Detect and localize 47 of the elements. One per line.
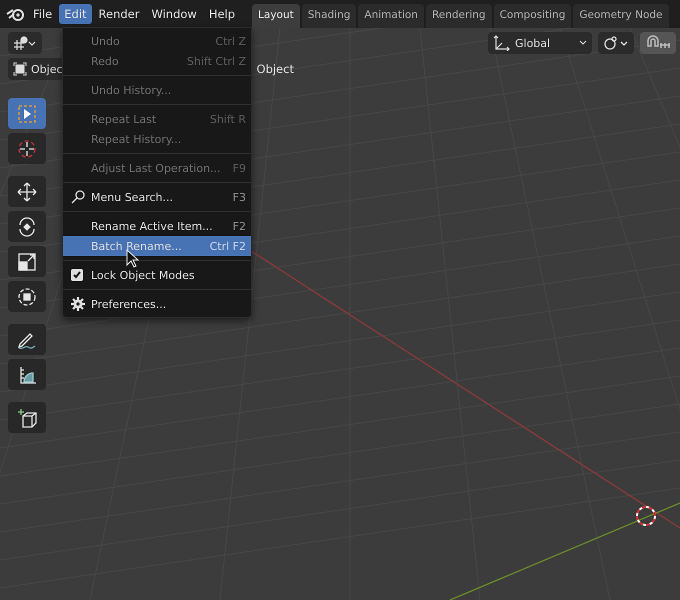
menu-entry[interactable]: Menu Search... F3 [63, 187, 251, 207]
transform-icon [16, 286, 38, 308]
scale-icon [16, 250, 38, 272]
menu-entry[interactable]: Batch Rename... Ctrl F2 [63, 236, 251, 256]
tool-button[interactable] [8, 359, 46, 390]
move-arrows-icon [16, 180, 38, 202]
menu-item[interactable]: Edit [59, 4, 92, 24]
menu-entry[interactable]: Preferences... [63, 294, 251, 314]
magnet-icon [645, 35, 671, 51]
caret-icon [579, 40, 587, 46]
tool-button[interactable] [8, 246, 46, 277]
square-icon [13, 62, 27, 76]
viewport-editor-icon [13, 36, 37, 50]
workspace-tab[interactable]: Layout [252, 4, 300, 28]
menu-item[interactable]: File [28, 4, 58, 24]
axes-icon [493, 35, 511, 51]
menu-item[interactable]: Help [204, 4, 240, 24]
workspace-tab[interactable]: Animation [358, 4, 424, 28]
checkmark-icon [72, 270, 82, 280]
add-cube-icon [16, 406, 38, 428]
select-box-icon [16, 102, 38, 124]
workspace-tab[interactable]: Shading [302, 4, 356, 28]
crosshair-icon [16, 138, 38, 160]
tool-button[interactable] [8, 324, 46, 355]
checkbox[interactable] [71, 269, 83, 281]
pivot-dropdown[interactable] [598, 32, 634, 54]
tool-button[interactable] [8, 211, 46, 242]
mouse-pointer-icon [126, 249, 140, 269]
workspace-tab[interactable]: Rendering [426, 4, 492, 28]
workspace-tab[interactable]: Geometry Node [573, 4, 668, 28]
app-logo-icon [6, 6, 26, 22]
object-menu[interactable]: Object [252, 59, 299, 79]
pivot-icon [603, 35, 629, 51]
3d-cursor-icon [636, 506, 656, 526]
menu-entry[interactable]: Rename Active Item... F2 [63, 216, 251, 236]
editor-type-button[interactable] [8, 32, 42, 54]
menu-item[interactable]: Window [146, 4, 202, 24]
snap-toggle-button[interactable] [640, 32, 676, 54]
search-icon [71, 190, 85, 204]
orientation-dropdown[interactable]: Global [488, 32, 592, 54]
settings-icon [71, 297, 85, 311]
tool-button[interactable] [8, 402, 46, 433]
tool-button[interactable] [8, 176, 46, 207]
workspace-tab[interactable]: Compositing [494, 4, 572, 28]
tool-button[interactable] [8, 281, 46, 312]
menu-item[interactable]: Render [94, 4, 144, 24]
menu-entry[interactable]: Lock Object Modes [63, 265, 251, 285]
